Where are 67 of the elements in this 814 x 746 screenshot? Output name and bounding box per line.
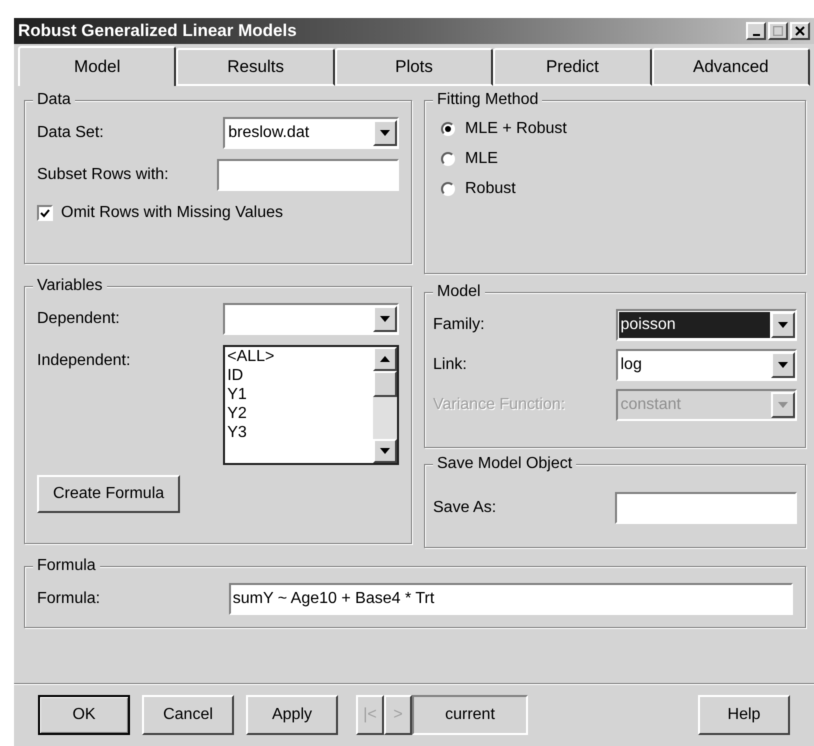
dropdown-value: breslow.dat [227,123,310,143]
minimize-icon [752,34,760,36]
input-field[interactable] [615,492,797,524]
field-label: Formula: [37,589,102,609]
dropdown-field[interactable] [223,303,399,335]
close-button[interactable] [790,22,810,40]
field-label: Family: [433,315,486,335]
formula-field[interactable]: sumY ~ Age10 + Base4 * Trt [228,583,793,615]
scroll-up-icon [380,356,390,362]
radio-button[interactable] [441,152,455,166]
close-icon [795,26,805,36]
radio-button[interactable] [441,122,455,136]
tab[interactable]: Results [176,48,335,86]
field-label: Subset Rows with: [37,165,170,185]
dropdown-button[interactable] [771,352,795,378]
checkmark-icon [40,208,50,218]
group-title: Save Model Object [433,454,576,474]
list-item[interactable]: <ALL> [227,347,371,366]
minimize-button[interactable] [746,22,766,40]
window-title: Robust Generalized Linear Models [18,20,297,42]
list-item[interactable]: Y2 [227,404,371,423]
current-field: current [412,695,528,735]
field-label: Independent: [37,351,132,371]
caret-icon [778,322,788,328]
input-field[interactable] [217,159,399,191]
radio-label: Robust [465,179,516,199]
dropdown-field[interactable]: log [616,349,797,381]
apply-button[interactable]: Apply [246,695,338,735]
field-label: Dependent: [37,309,121,329]
dropdown-field[interactable]: breslow.dat [223,117,399,149]
dropdown-value: log [620,355,643,375]
radio-label: MLE [465,149,498,169]
dropdown-button[interactable] [373,120,397,146]
tab[interactable]: Model [18,46,176,86]
tab[interactable]: Predict [493,48,652,86]
help-button[interactable]: Help [698,695,790,735]
checkbox[interactable] [37,205,53,221]
radio-button[interactable] [441,182,455,196]
create-formula-button[interactable]: Create Formula [37,475,180,513]
dropdown-field[interactable]: poisson [616,309,797,341]
list-item[interactable]: ID [227,366,371,385]
caret-icon [778,362,788,368]
caret-icon [380,130,390,136]
tab[interactable]: Plots [334,48,494,86]
group-title: Fitting Method [433,90,542,110]
ok-button[interactable]: OK [38,695,130,735]
scroll-thumb[interactable] [373,371,397,397]
dropdown-value: poisson [618,312,770,338]
dropdown-value: constant [620,395,682,415]
field-label: Data Set: [37,123,105,143]
dropdown-button[interactable] [373,306,397,332]
list-box[interactable]: <ALL> ID Y1 Y2 Y3 [223,345,399,465]
checkbox-label: Omit Rows with Missing Values [61,203,283,223]
maximize-button[interactable] [768,22,788,40]
maximize-icon [773,26,783,36]
scrollbar[interactable] [373,347,397,463]
list-item[interactable]: Y1 [227,385,371,404]
dropdown-button[interactable] [771,312,795,338]
scroll-down-icon [380,448,390,454]
caret-icon [380,316,390,322]
caret-icon [778,402,788,408]
field-label: Link: [433,355,468,375]
list-item[interactable]: Y3 [227,423,371,442]
radio-label: MLE + Robust [465,119,567,139]
field-label: Save As: [433,498,498,518]
tab[interactable]: Advanced [652,48,810,86]
cancel-button[interactable]: Cancel [142,695,234,735]
